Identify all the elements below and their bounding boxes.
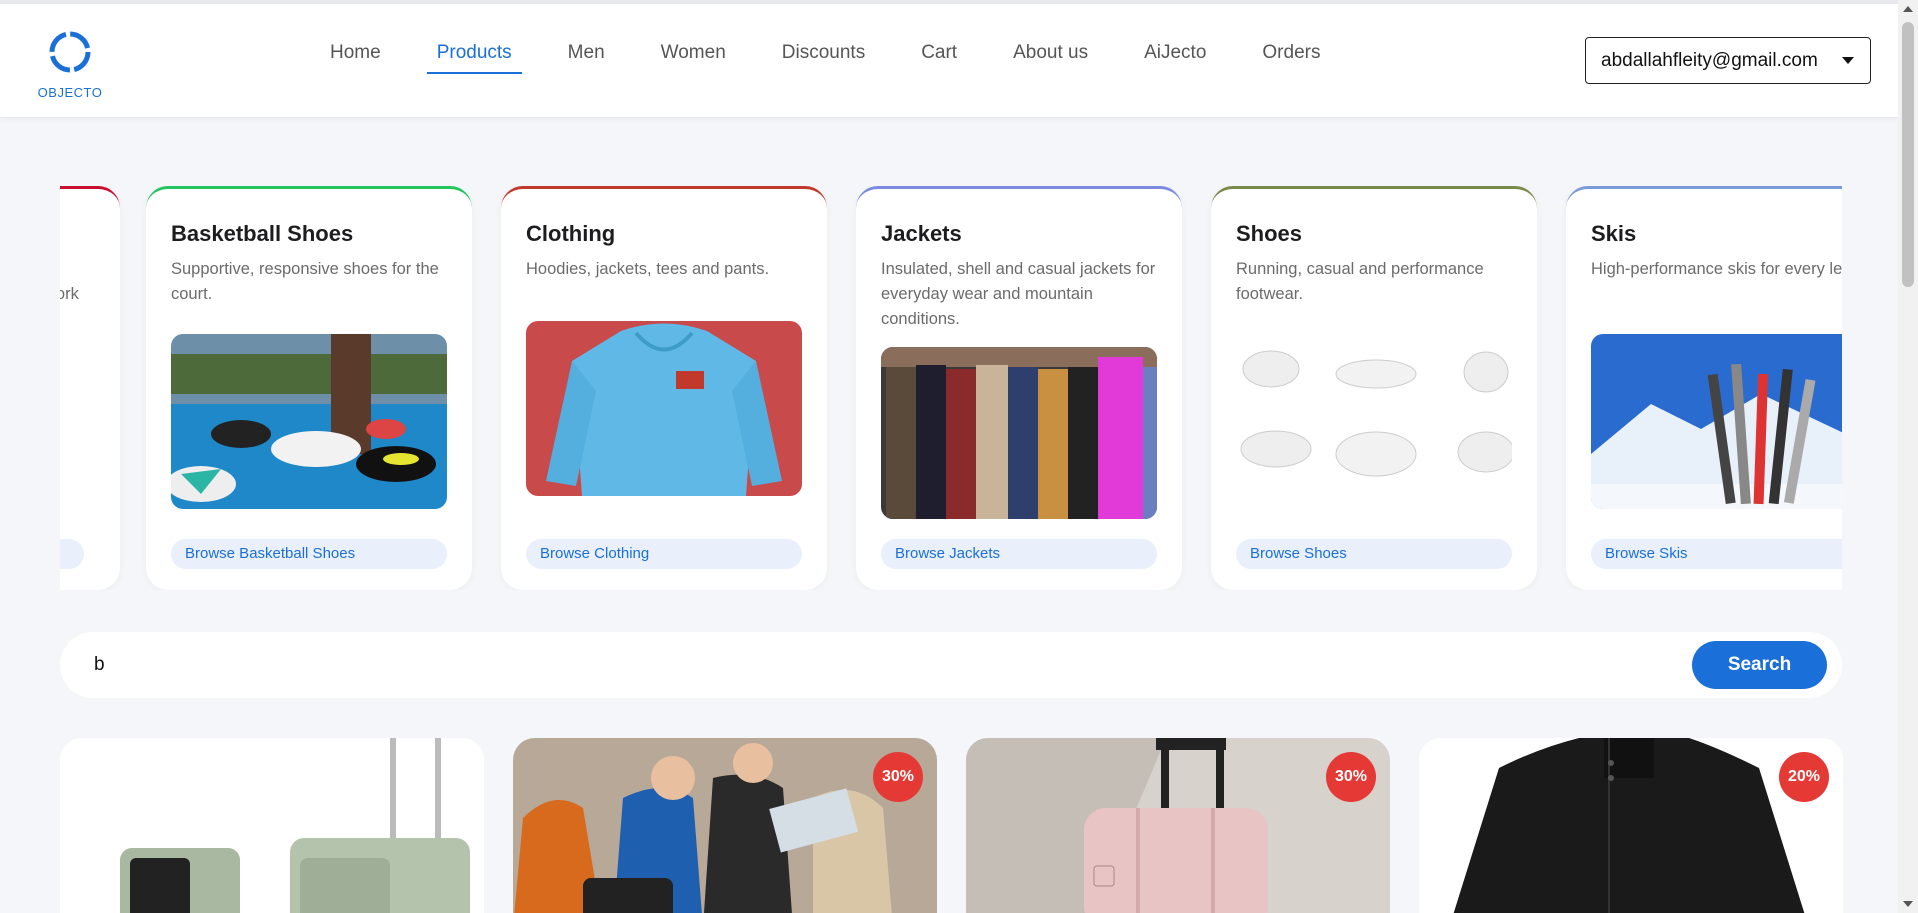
nav-women[interactable]: Women [661, 42, 726, 74]
search-bar: Search [60, 632, 1842, 698]
product-image [1419, 738, 1843, 913]
discount-badge: 30% [1326, 752, 1376, 802]
clothing-image [526, 321, 802, 496]
category-card-shoes[interactable]: Shoes Running, casual and performance fo… [1211, 186, 1537, 590]
scroll-up-arrow-icon[interactable] [1903, 6, 1913, 12]
nav-about[interactable]: About us [1013, 42, 1088, 74]
category-card-skis[interactable]: Skis High-performance skis for every lev… [1566, 186, 1842, 590]
category-carousel[interactable]: work Basketball Shoes Supportive, respon… [60, 186, 1842, 590]
nav-orders[interactable]: Orders [1262, 42, 1320, 74]
search-button[interactable]: Search [1692, 641, 1827, 689]
nav-men[interactable]: Men [568, 42, 605, 74]
nav-aijecto[interactable]: AiJecto [1144, 42, 1206, 74]
product-image [966, 738, 1390, 913]
category-desc: Insulated, shell and casual jackets for … [881, 260, 1156, 328]
brand-name: OBJECTO [37, 85, 103, 100]
nav-discounts[interactable]: Discounts [782, 42, 865, 74]
jackets-image [881, 347, 1157, 519]
discount-badge: 30% [873, 752, 923, 802]
category-desc: Running, casual and performance footwear… [1236, 260, 1484, 303]
category-card-clothing[interactable]: Clothing Hoodies, jackets, tees and pant… [501, 186, 827, 590]
product-card[interactable]: 30% [966, 738, 1390, 913]
browse-jackets-button[interactable]: Browse Jackets [881, 539, 1157, 569]
user-email: abdallahfleity@gmail.com [1601, 49, 1818, 71]
nav-cart[interactable]: Cart [921, 42, 957, 74]
caret-down-icon [1842, 57, 1854, 64]
category-title: Basketball Shoes [171, 221, 354, 246]
product-card[interactable]: 30% [513, 738, 937, 913]
product-card[interactable] [60, 738, 484, 913]
browse-skis-button[interactable]: Browse Skis [1591, 539, 1842, 569]
browse-clothing-button[interactable]: Browse Clothing [526, 539, 802, 569]
category-card-jackets[interactable]: Jackets Insulated, shell and casual jack… [856, 186, 1182, 590]
product-card[interactable]: 20% [1419, 738, 1843, 913]
category-desc: Hoodies, jackets, tees and pants. [526, 260, 770, 278]
browse-shoes-button[interactable]: Browse Shoes [1236, 539, 1512, 569]
basketball-shoes-image [171, 334, 447, 509]
category-desc: High-performance skis for every level. [1591, 260, 1842, 278]
category-title: Clothing [526, 221, 616, 246]
main-nav: Home Products Men Women Discounts Cart A… [330, 42, 1376, 74]
product-image [513, 738, 937, 913]
category-title: Shoes [1236, 221, 1303, 246]
browse-basketball-shoes-button[interactable]: Browse Basketball Shoes [171, 539, 447, 569]
category-card-partial[interactable]: work [60, 186, 120, 590]
discount-badge: 20% [1779, 752, 1829, 802]
category-title: Jackets [881, 221, 962, 246]
logo-ring-icon [49, 31, 91, 73]
user-dropdown[interactable]: abdallahfleity@gmail.com [1585, 37, 1871, 84]
brand-logo[interactable]: OBJECTO [30, 22, 110, 100]
site-header: OBJECTO Home Products Men Women Discount… [0, 4, 1898, 118]
category-card-basketball-shoes[interactable]: Basketball Shoes Supportive, responsive … [146, 186, 472, 590]
nav-home[interactable]: Home [330, 42, 381, 74]
category-desc: Supportive, responsive shoes for the cou… [171, 260, 439, 303]
nav-products[interactable]: Products [426, 42, 522, 74]
skis-image [1591, 334, 1842, 509]
category-image [60, 361, 74, 501]
search-input[interactable] [94, 648, 1694, 682]
page-scrollbar[interactable] [1898, 0, 1918, 913]
scroll-down-arrow-icon[interactable] [1903, 901, 1913, 907]
product-image [60, 738, 484, 913]
scroll-thumb[interactable] [1902, 22, 1914, 287]
category-title: Skis [1591, 221, 1637, 246]
shoes-image [1236, 334, 1512, 509]
category-browse-button[interactable] [60, 539, 84, 569]
